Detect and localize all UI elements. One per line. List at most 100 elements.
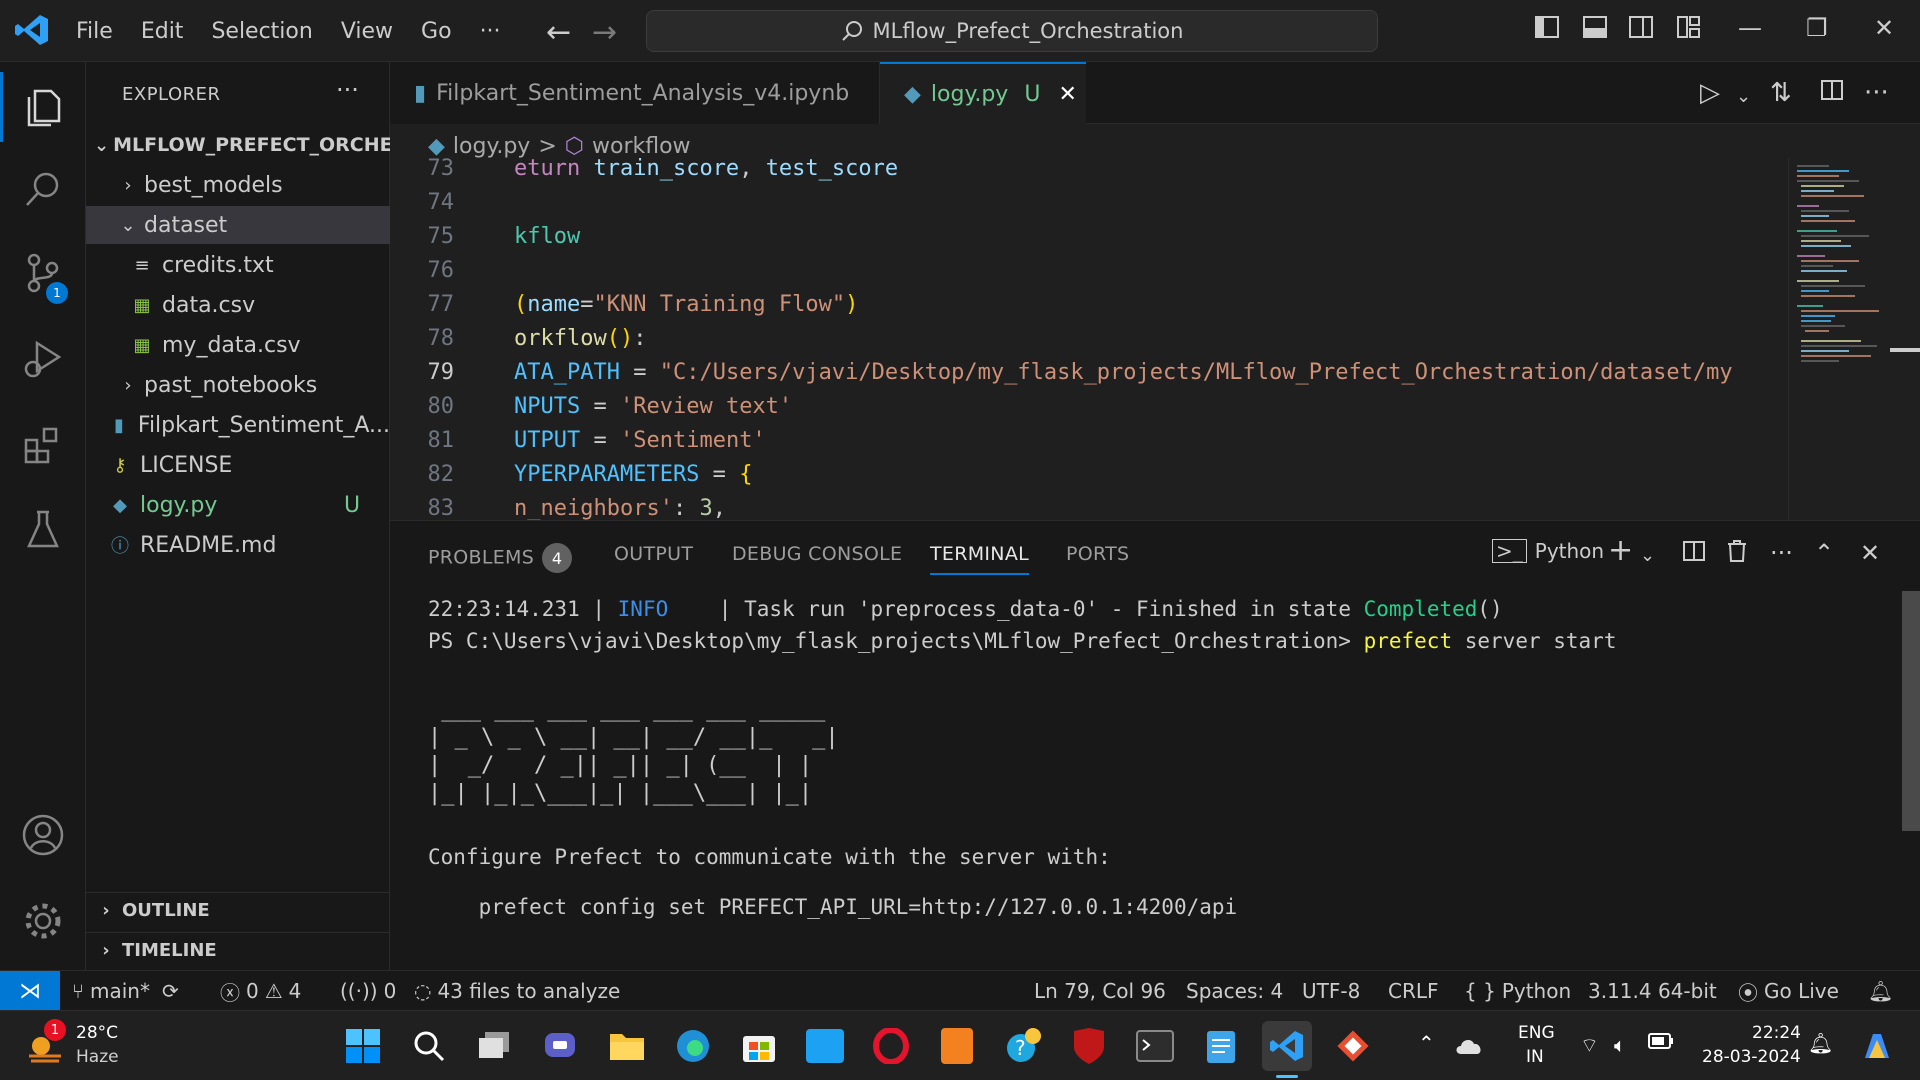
menu-edit[interactable]: Edit [127,19,198,44]
breadcrumb-file[interactable]: logy.py [453,134,530,159]
notification-bell-icon[interactable]: 🔔︎ [1808,1031,1833,1055]
outline-section[interactable]: › OUTLINE [86,892,390,928]
tab-notebook[interactable]: ▮ Filpkart_Sentiment_Analysis_v4.ipynb [390,62,880,124]
tab-ports[interactable]: PORTS [1066,543,1129,565]
split-terminal-icon[interactable] [1682,539,1706,569]
remote-indicator-icon[interactable]: ⋊ [0,971,60,1011]
terminal-profile-selector[interactable]: >_ Python [1492,539,1604,563]
notifications-bell-icon[interactable]: 🔔︎ [1868,971,1893,1011]
opera-browser-icon[interactable] [866,1021,916,1071]
analysis-indicator[interactable]: ◌ 43 files to analyze [414,971,620,1011]
terminal-app-icon[interactable] [1130,1021,1180,1071]
restore-icon[interactable]: ❐ [1806,14,1828,42]
command-center-search[interactable]: MLflow_Prefect_Orchestration [646,10,1378,52]
tree-item-readme[interactable]: ⓘ README.md [86,526,390,564]
menu-go[interactable]: Go [407,19,466,44]
explorer-icon[interactable] [0,72,86,142]
menu-file[interactable]: File [62,19,127,44]
encoding[interactable]: UTF-8 [1302,971,1360,1011]
terminal-scrollbar[interactable] [1902,591,1920,831]
microsoft-store-icon[interactable] [734,1021,784,1071]
teams-chat-icon[interactable] [536,1021,586,1071]
breadcrumb-symbol[interactable]: workflow [592,134,691,159]
language-code[interactable]: ENG [1518,1023,1555,1043]
task-view-icon[interactable] [470,1021,520,1071]
kill-terminal-trash-icon[interactable] [1726,539,1748,569]
close-panel-icon[interactable]: ✕ [1860,539,1880,567]
clock-date[interactable]: 28-03-2024 [1702,1047,1801,1067]
tree-item-logy-py[interactable]: ◆ logy.py U [86,486,390,524]
accounts-icon[interactable] [0,800,86,870]
end-of-line[interactable]: CRLF [1388,971,1439,1011]
clock-time[interactable]: 22:24 [1752,1023,1801,1043]
tab-output[interactable]: OUTPUT [614,543,693,565]
git-app-icon[interactable] [1328,1021,1378,1071]
wifi-icon[interactable]: ⌔ [1580,1033,1599,1058]
copilot-icon[interactable] [1852,1021,1902,1071]
search-icon[interactable] [0,154,86,224]
run-debug-icon[interactable] [0,324,86,394]
run-python-file-icon[interactable]: ▷ [1700,78,1720,108]
vscode-taskbar-icon[interactable] [1262,1021,1312,1071]
timeline-section[interactable]: › TIMELINE [86,932,390,968]
tab-terminal[interactable]: TERMINAL [930,543,1030,575]
tab-debug-console[interactable]: DEBUG CONSOLE [732,543,902,565]
mcafee-icon[interactable] [1064,1021,1114,1071]
maximize-panel-chevron-up-icon[interactable]: ⌃ [1814,539,1834,567]
tab-problems[interactable]: PROBLEMS 4 [428,543,573,573]
settings-gear-icon[interactable] [0,886,86,956]
tree-item-past-notebooks[interactable]: › past_notebooks [86,366,390,404]
show-hidden-icons-chevron-icon[interactable]: ⌃ [1418,1031,1435,1055]
tree-item-my-data-csv[interactable]: ▦ my_data.csv [86,326,390,364]
mylp-app-icon[interactable] [800,1021,850,1071]
tree-item-data-csv[interactable]: ▦ data.csv [86,286,390,324]
code-editor[interactable]: 73 eturn train_score, test_score 74 75 k… [390,158,1788,520]
language-mode[interactable]: { } Python [1464,971,1571,1011]
menu-more[interactable]: ··· [466,19,515,44]
minimap[interactable] [1788,158,1888,520]
notepad-icon[interactable] [1196,1021,1246,1071]
back-arrow-icon[interactable]: ← [546,15,571,50]
testing-flask-icon[interactable] [0,494,86,564]
tree-item-license[interactable]: ⚷ LICENSE [86,446,390,484]
tree-item-best-models[interactable]: › best_models [86,166,390,204]
chevron-down-icon[interactable]: ⌄ [1640,545,1655,566]
menu-view[interactable]: View [327,19,407,44]
sublime-text-icon[interactable] [932,1021,982,1071]
onedrive-cloud-icon[interactable] [1452,1021,1488,1071]
forward-arrow-icon[interactable]: → [592,15,617,50]
new-terminal-plus-icon[interactable]: + [1608,533,1633,568]
open-changes-icon[interactable]: ⇅ [1770,78,1792,108]
toggle-panel-icon[interactable] [1582,14,1608,46]
indentation[interactable]: Spaces: 4 [1186,971,1283,1011]
toggle-primary-sidebar-icon[interactable] [1534,14,1560,46]
ports-indicator[interactable]: ((·)) 0 [340,971,396,1011]
tree-item-credits[interactable]: ≡ credits.txt [86,246,390,284]
cursor-position[interactable]: Ln 79, Col 96 [1034,971,1166,1011]
language-region[interactable]: IN [1526,1047,1544,1067]
extensions-icon[interactable] [0,410,86,480]
search-icon[interactable] [404,1021,454,1071]
branch-indicator[interactable]: ⑂ main* ⟳ [72,971,179,1011]
tree-item-dataset[interactable]: ⌄ dataset [86,206,390,244]
close-window-icon[interactable]: ✕ [1874,14,1894,42]
go-live-button[interactable]: ⦿ Go Live [1738,971,1839,1011]
more-actions-icon[interactable]: ··· [1864,78,1889,108]
chevron-down-icon[interactable]: ⌄ [1736,86,1751,107]
toggle-secondary-sidebar-icon[interactable] [1628,14,1654,46]
python-interpreter[interactable]: 3.11.4 64-bit [1588,971,1717,1011]
menu-selection[interactable]: Selection [197,19,326,44]
battery-icon[interactable] [1648,1033,1674,1054]
file-explorer-icon[interactable] [602,1021,652,1071]
explorer-root-folder[interactable]: ⌄ MLFLOW_PREFECT_ORCHE... [86,126,414,164]
minimize-icon[interactable]: — [1738,14,1762,42]
customize-layout-icon[interactable] [1676,14,1702,46]
help-app-icon[interactable]: ? [998,1021,1048,1071]
split-editor-icon[interactable] [1820,78,1844,109]
explorer-more-icon[interactable]: ··· [336,76,359,104]
more-actions-icon[interactable]: ··· [1770,539,1793,567]
source-control-icon[interactable]: 1 [0,238,86,308]
edge-browser-icon[interactable] [668,1021,718,1071]
editor-scrollbar[interactable] [1890,158,1920,520]
close-tab-icon[interactable]: ✕ [1058,82,1076,107]
